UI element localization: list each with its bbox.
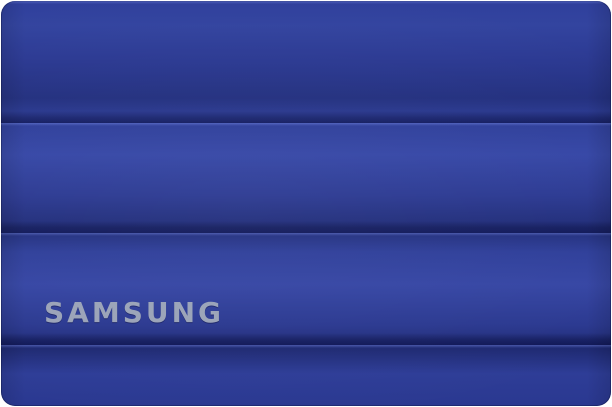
product-photo: SAMSUNG [0,0,612,407]
portable-ssd-device: SAMSUNG [1,1,611,406]
samsung-logo: SAMSUNG [44,296,225,329]
ridge-2 [1,123,611,233]
ridge-4 [1,345,611,406]
ridge-1 [1,1,611,123]
